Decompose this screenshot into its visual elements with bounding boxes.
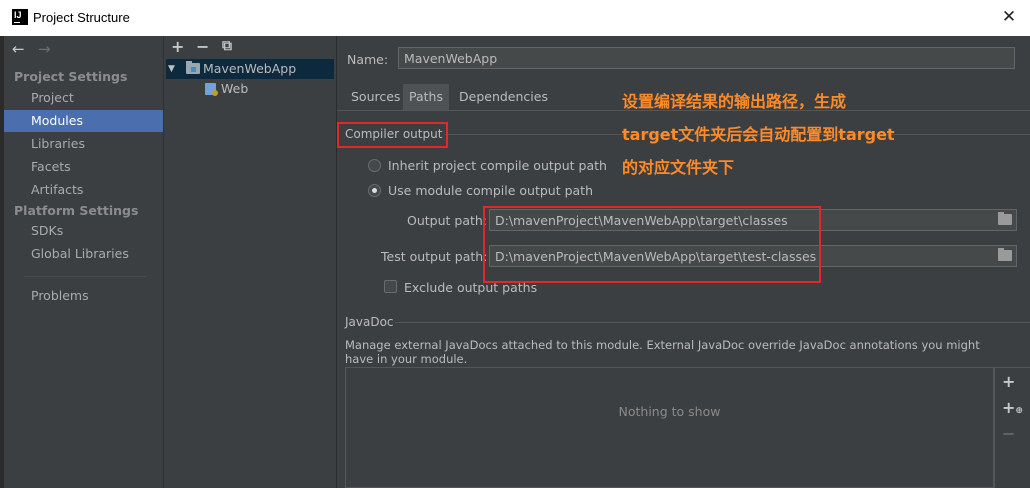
- tab-sources[interactable]: Sources: [345, 84, 406, 110]
- sidebar-item-global-libraries[interactable]: Global Libraries: [4, 243, 163, 265]
- test-output-path-label: Test output path:: [381, 249, 488, 264]
- javadoc-title: JavaDoc: [345, 315, 394, 329]
- javadoc-toolbar: + +⊕ −: [994, 367, 1030, 488]
- output-path-label: Output path:: [407, 213, 488, 228]
- sidebar-item-problems[interactable]: Problems: [4, 285, 163, 307]
- sidebar-divider: [24, 276, 146, 277]
- tab-paths[interactable]: Paths: [403, 84, 449, 110]
- module-output-label[interactable]: Use module compile output path: [388, 183, 593, 198]
- web-facet-icon: [205, 83, 218, 96]
- annotation-box-compiler-output: [337, 122, 448, 148]
- globe-badge-icon: ⊕: [1015, 406, 1023, 416]
- inherit-output-radio[interactable]: [368, 159, 381, 172]
- add-javadoc-url-icon[interactable]: +⊕: [1002, 398, 1023, 417]
- module-output-radio[interactable]: [368, 184, 381, 197]
- add-javadoc-icon[interactable]: +: [1002, 372, 1015, 391]
- remove-icon[interactable]: −: [196, 37, 209, 56]
- annotation-box-output-paths: [483, 206, 821, 283]
- exclude-output-checkbox[interactable]: [384, 280, 397, 293]
- module-name-field[interactable]: MavenWebApp: [398, 47, 1015, 69]
- annotation-line-2: target文件夹后会自动配置到target: [622, 125, 895, 144]
- folder-browse-icon[interactable]: [998, 212, 1012, 225]
- javadoc-description: Manage external JavaDocs attached to thi…: [345, 338, 980, 366]
- add-url-glyph: +: [1002, 398, 1016, 417]
- inherit-output-label[interactable]: Inherit project compile output path: [388, 158, 607, 173]
- javadoc-list[interactable]: Nothing to show: [345, 367, 994, 488]
- close-button[interactable]: ✕: [998, 6, 1020, 28]
- annotation-line-1: 设置编译结果的输出路径，生成: [622, 92, 847, 111]
- remove-javadoc-icon[interactable]: −: [1002, 424, 1015, 443]
- sidebar-item-sdks[interactable]: SDKs: [4, 220, 163, 242]
- module-settings-panel: Name: MavenWebApp Sources Paths Dependen…: [337, 36, 1030, 488]
- expand-triangle-icon[interactable]: ▼: [168, 59, 175, 79]
- sidebar-item-facets[interactable]: Facets: [4, 156, 163, 178]
- sidebar-item-project[interactable]: Project: [4, 87, 163, 109]
- add-icon[interactable]: +: [171, 37, 184, 56]
- title-bar: IJ Project Structure ✕: [0, 0, 1030, 36]
- tree-item-label: MavenWebApp: [203, 61, 297, 76]
- back-arrow-icon[interactable]: ←: [12, 40, 25, 58]
- platform-settings-header: Platform Settings: [14, 203, 139, 218]
- settings-sidebar: ← → Project Settings Project Modules Lib…: [4, 36, 164, 488]
- tree-item-mavenwebapp[interactable]: ▼ MavenWebApp: [166, 59, 334, 79]
- window-title: Project Structure: [33, 10, 130, 25]
- empty-list-text: Nothing to show: [618, 404, 721, 419]
- annotation-line-3: 的对应文件夹下: [622, 158, 735, 177]
- folder-browse-icon[interactable]: [998, 248, 1012, 261]
- tree-item-label: Web: [221, 81, 249, 96]
- sidebar-item-artifacts[interactable]: Artifacts: [4, 179, 163, 201]
- copy-icon[interactable]: ⧉: [222, 38, 232, 54]
- sidebar-item-libraries[interactable]: Libraries: [4, 133, 163, 155]
- group-separator: [395, 322, 1030, 323]
- forward-arrow-icon[interactable]: →: [38, 40, 51, 58]
- module-tree-panel: + − ⧉ ▼ MavenWebApp Web: [164, 36, 337, 488]
- project-settings-header: Project Settings: [14, 69, 128, 84]
- tree-item-web[interactable]: Web: [166, 79, 334, 99]
- module-folder-icon: [186, 61, 200, 74]
- name-label: Name:: [347, 52, 389, 67]
- intellij-app-icon: IJ: [12, 9, 28, 25]
- sidebar-item-modules[interactable]: Modules: [4, 110, 163, 132]
- tab-dependencies[interactable]: Dependencies: [453, 84, 554, 110]
